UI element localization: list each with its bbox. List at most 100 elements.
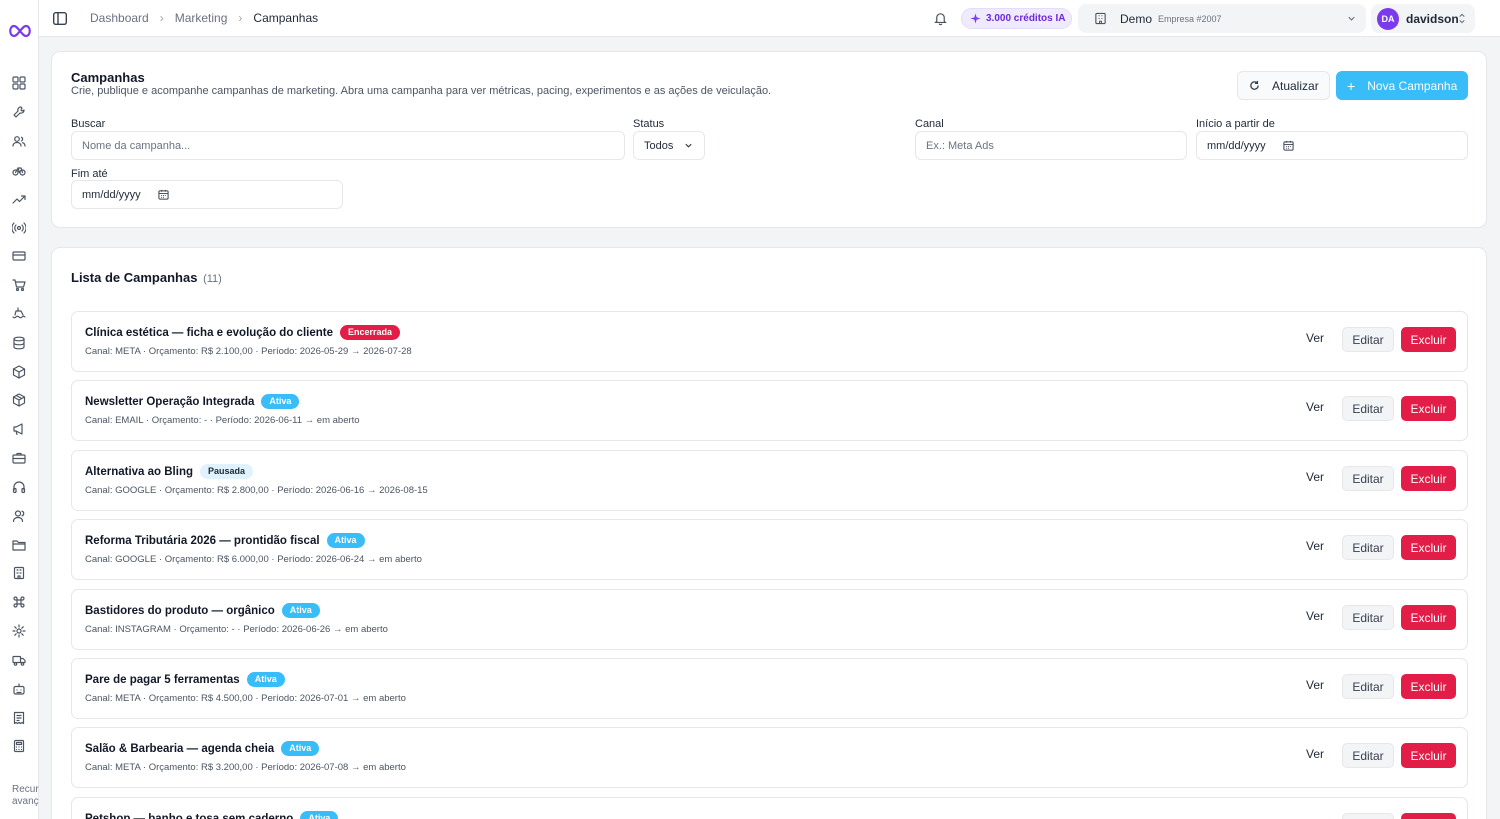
campaign-row[interactable]: Bastidores do produto — orgânico Ativa Can… [71,589,1468,650]
settings-icon[interactable] [11,623,27,639]
list-title: Lista de Campanhas (11) [71,270,222,285]
breadcrumb-dashboard[interactable]: Dashboard [90,11,149,25]
view-button[interactable]: Ver [1306,678,1324,692]
delete-button[interactable]: Excluir [1401,535,1456,560]
database-icon[interactable] [11,335,27,351]
breadcrumb-marketing[interactable]: Marketing [175,11,228,25]
folder-icon[interactable] [11,537,27,553]
view-button[interactable]: Ver [1306,539,1324,553]
bike-icon[interactable] [11,162,27,178]
campaign-row[interactable]: Alternativa ao Bling Pausada Canal: GOOGLE… [71,450,1468,511]
channel-input[interactable]: Ex.: Meta Ads [915,131,1187,160]
view-button[interactable]: Ver [1306,470,1324,484]
box-icon[interactable] [11,364,27,380]
command-icon[interactable] [11,594,27,610]
company-name: Demo [1120,11,1153,26]
page-title: Campanhas [71,70,145,85]
edit-button[interactable]: Editar [1342,743,1394,768]
campaign-row[interactable]: Reforma Tributária 2026 — prontidão fisc… [71,519,1468,580]
calculator-icon[interactable] [11,738,27,754]
delete-button[interactable]: Excluir [1401,396,1456,421]
credit-card-icon[interactable] [11,248,27,264]
radio-icon[interactable] [11,220,27,236]
view-button[interactable]: Ver [1306,331,1324,345]
campaign-name-text: Reforma Tributária 2026 — prontidão fisc… [85,534,320,547]
calendar-icon[interactable] [1283,140,1294,151]
calendar-icon[interactable] [158,189,169,200]
receipt-icon[interactable] [11,710,27,726]
campaign-list-card: Lista de Campanhas (11) Clínica estética… [51,247,1487,819]
package-icon[interactable] [11,392,27,408]
delete-button[interactable]: Excluir [1401,743,1456,768]
edit-button[interactable]: Editar [1342,396,1394,421]
campaign-row[interactable]: Petshop — banho e tosa sem cadernoAtivaV… [71,797,1468,819]
page-description: Crie, publique e acompanhe campanhas de … [71,85,772,97]
ship-icon[interactable] [11,306,27,322]
sidebar-toggle-icon[interactable] [53,12,67,25]
status-badge: Encerrada [339,325,401,340]
megaphone-icon[interactable] [11,421,27,437]
campaign-name: Bastidores do produto — orgânico Ativa [85,603,320,618]
start-date-input[interactable]: mm/dd/yyyy [1196,131,1468,160]
campaign-row[interactable]: Newsletter Operação Integrada Ativa Canal:… [71,380,1468,441]
bell-icon[interactable] [933,11,948,26]
breadcrumb: Dashboard › Marketing › Campanhas [90,11,318,25]
ai-credits-badge[interactable]: 3.000 créditos IA [961,8,1072,29]
campaign-meta: Canal: META · Orçamento: R$ 4.500,00 · P… [85,693,406,704]
refresh-button[interactable]: Atualizar [1237,71,1330,100]
edit-button[interactable]: Editar [1342,674,1394,699]
briefcase-icon[interactable] [11,450,27,466]
edit-button[interactable]: Editar [1342,535,1394,560]
edit-button[interactable]: Editar [1342,813,1394,819]
chevron-right-icon: › [238,11,243,25]
building-icon [1095,12,1106,25]
delete-button[interactable]: Excluir [1401,813,1456,819]
end-date-input[interactable]: mm/dd/yyyy [71,180,343,209]
channel-placeholder: Ex.: Meta Ads [926,139,994,152]
campaign-name: Petshop — banho e tosa sem caderno Ativa [85,811,339,819]
grid-icon[interactable] [11,75,27,91]
delete-button[interactable]: Excluir [1401,327,1456,352]
building-icon[interactable] [11,565,27,581]
campaign-row[interactable]: Clínica estética — ficha e evolução do c… [71,311,1468,372]
status-badge: Ativa [261,394,300,409]
status-value: Todos [644,139,674,152]
chevron-down-icon [685,143,692,148]
status-select[interactable]: Todos [633,131,705,160]
bot-icon[interactable] [11,681,27,697]
users-icon[interactable] [11,133,27,149]
edit-button[interactable]: Editar [1342,605,1394,630]
view-button[interactable]: Ver [1306,400,1324,414]
truck-icon[interactable] [11,652,27,668]
campaign-row[interactable]: Salão & Barbearia — agenda cheia Ativa Can… [71,727,1468,788]
view-button[interactable]: Ver [1306,747,1324,761]
delete-button[interactable]: Excluir [1401,466,1456,491]
search-input[interactable]: Nome da campanha... [71,131,625,160]
chevron-right-icon: › [159,11,164,25]
user-menu[interactable]: DA davidson [1371,4,1475,33]
delete-button[interactable]: Excluir [1401,605,1456,630]
end-date-value: mm/dd/yyyy [82,188,141,201]
campaign-name-text: Clínica estética — ficha e evolução do c… [85,326,333,339]
infinity-logo-icon[interactable] [7,23,33,39]
new-campaign-label: Nova Campanha [1367,78,1458,93]
wrench-icon[interactable] [11,104,27,120]
edit-button[interactable]: Editar [1342,466,1394,491]
delete-button[interactable]: Excluir [1401,674,1456,699]
search-placeholder: Nome da campanha... [82,139,191,152]
shopping-cart-icon[interactable] [11,277,27,293]
list-count: (11) [203,273,222,285]
headphones-icon[interactable] [11,479,27,495]
sidebar: Recursos avançados [0,0,39,819]
view-button[interactable]: Ver [1306,609,1324,623]
trending-up-icon[interactable] [11,191,27,207]
campaign-name-text: Alternativa ao Bling [85,465,193,478]
campaign-meta: Canal: META · Orçamento: R$ 3.200,00 · P… [85,762,406,773]
user-group-icon[interactable] [11,508,27,524]
new-campaign-button[interactable]: + Nova Campanha [1336,71,1468,100]
campaign-meta: Canal: META · Orçamento: R$ 2.100,00 · P… [85,346,412,357]
edit-button[interactable]: Editar [1342,327,1394,352]
company-selector[interactable]: Demo Empresa #2007 [1078,4,1366,33]
refresh-icon [1250,80,1259,90]
campaign-row[interactable]: Pare de pagar 5 ferramentas Ativa Canal: M… [71,658,1468,719]
